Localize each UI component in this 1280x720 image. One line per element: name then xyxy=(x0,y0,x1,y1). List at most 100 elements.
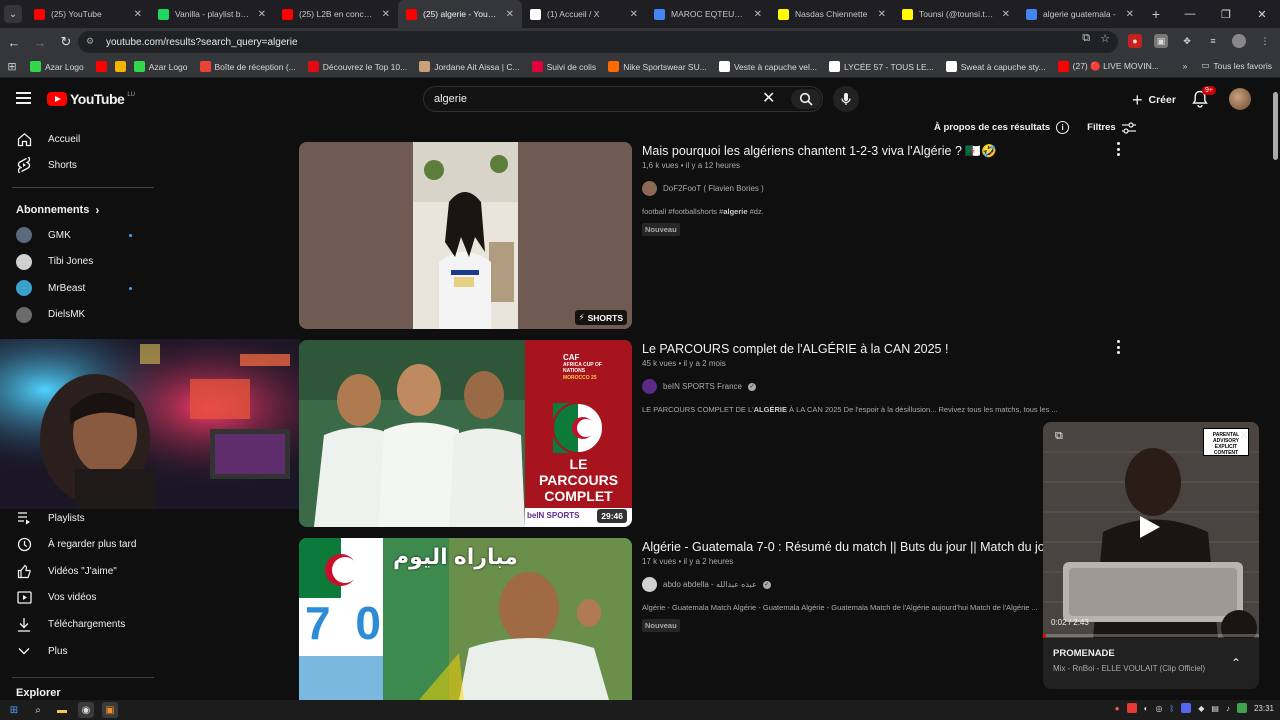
new-tab-button[interactable]: + xyxy=(1142,6,1170,22)
chrome-icon[interactable]: ◉ xyxy=(78,702,94,718)
puzzle-icon[interactable]: ✥ xyxy=(1180,34,1194,48)
profile-icon[interactable] xyxy=(1232,34,1246,48)
close-tab-icon[interactable]: ✕ xyxy=(258,9,266,20)
apps-grid-icon[interactable]: ⊞ xyxy=(0,60,24,73)
close-tab-icon[interactable]: ✕ xyxy=(382,9,390,20)
video-result[interactable]: 7 0 مباراه اليوم Algérie - Guatemala 7-0… xyxy=(299,538,1129,700)
close-tab-icon[interactable]: ✕ xyxy=(754,9,762,20)
bluetooth-icon[interactable]: ᛒ xyxy=(1169,704,1174,713)
sidebar-item-thumbs-up[interactable]: Vidéos "J'aime" xyxy=(0,558,154,584)
menu-icon[interactable]: ⋮ xyxy=(1258,34,1272,48)
video-thumbnail[interactable]: CAF AFRICA CUP OF NATIONS MOROCCO 25 LE … xyxy=(299,340,632,527)
bookmark-star-icon[interactable]: ☆ xyxy=(1100,32,1110,45)
account-avatar[interactable] xyxy=(1229,88,1251,110)
windows-start-icon[interactable]: ⊞ xyxy=(6,702,22,718)
bookmark-item[interactable]: Boîte de réception (... xyxy=(199,61,296,72)
mini-player[interactable]: PARENTAL ADVISORY EXPLICIT CONTENT ⧉ ✕ 0… xyxy=(1043,422,1259,689)
tray-app-icon[interactable] xyxy=(1236,703,1247,713)
network-icon[interactable]: ▤ xyxy=(1211,704,1219,713)
search-input[interactable] xyxy=(434,87,754,111)
app-icon[interactable]: ▣ xyxy=(102,702,118,718)
media-control-icon[interactable]: ≡ xyxy=(1206,34,1220,48)
bookmark-item[interactable]: Nike Sportswear SU... xyxy=(608,61,707,72)
expand-to-page-icon[interactable]: ⧉ xyxy=(1055,430,1063,443)
sidebar-item-chevron-down[interactable]: Plus xyxy=(0,638,154,664)
tray-app-icon[interactable]: ◐ xyxy=(1144,704,1149,713)
video-result[interactable]: CAF AFRICA CUP OF NATIONS MOROCCO 25 LE … xyxy=(299,340,1129,528)
browser-tab[interactable]: algerie guatemala - ✕ xyxy=(1018,0,1142,28)
bookmark-item[interactable]: Jordane Ait Aissa | C... xyxy=(419,61,520,72)
bookmark-item[interactable]: (27) 🔴 LIVE MOVIN... xyxy=(1057,61,1159,72)
sidebar-item-shorts[interactable]: Shorts xyxy=(0,152,154,178)
video-title[interactable]: Le PARCOURS complet de l'ALGÉRIE à la CA… xyxy=(642,342,948,356)
guide-menu-icon[interactable] xyxy=(16,92,31,104)
notifications-button[interactable]: 9+ xyxy=(1192,86,1216,108)
more-bookmarks-icon[interactable]: » xyxy=(1183,61,1188,71)
channel-link[interactable]: beIN SPORTS France ✓ xyxy=(642,379,756,394)
browser-tab[interactable]: Vanilla - playlist by Jo ✕ xyxy=(150,0,274,28)
tab-search-button[interactable]: ⌄ xyxy=(0,0,26,28)
restore-button[interactable]: ❐ xyxy=(1208,0,1244,28)
tray-app-icon[interactable] xyxy=(1126,703,1137,713)
chevron-up-icon[interactable]: ⌃ xyxy=(1231,656,1241,670)
search-icon[interactable]: ⌕ xyxy=(30,702,46,718)
browser-tab[interactable]: (25) YouTube ✕ xyxy=(26,0,150,28)
video-thumbnail[interactable]: ⚡ SHORTS xyxy=(299,142,632,329)
mini-player-video[interactable]: PARENTAL ADVISORY EXPLICIT CONTENT ⧉ ✕ 0… xyxy=(1043,422,1259,638)
channel-link[interactable]: abdo abdella - عبده عبدالله ✓ xyxy=(642,577,771,592)
browser-tab[interactable]: Nasdas Chiennette ✕ xyxy=(770,0,894,28)
voice-search-button[interactable] xyxy=(833,86,859,112)
sidebar-item-subscription[interactable]: MrBeast xyxy=(0,275,154,301)
clock-text[interactable]: 23:31 xyxy=(1254,704,1274,713)
extension-icon[interactable]: ● xyxy=(1128,34,1142,48)
clear-search-icon[interactable]: ✕ xyxy=(762,91,775,107)
reload-button[interactable]: ↻ xyxy=(54,30,78,54)
sidebar-item-subscription[interactable]: GMK xyxy=(0,222,154,248)
volume-icon[interactable]: ♪ xyxy=(1226,704,1230,713)
search-button[interactable] xyxy=(791,89,821,109)
address-bar[interactable]: ⚙ youtube.com/results?search_query=alger… xyxy=(78,31,1118,53)
more-actions-icon[interactable] xyxy=(1114,340,1122,354)
close-tab-icon[interactable]: ✕ xyxy=(506,9,514,20)
subscriptions-heading[interactable]: Abonnements › xyxy=(16,203,99,217)
video-title[interactable]: Algérie - Guatemala 7-0 : Résumé du matc… xyxy=(642,540,1056,554)
sidebar-item-clock[interactable]: À regarder plus tard xyxy=(0,532,154,558)
bookmark-item[interactable]: Veste à capuche vel... xyxy=(718,61,817,72)
browser-tab[interactable]: MAROC EQTEUR - Re ✕ xyxy=(646,0,770,28)
sidebar-item-subscription[interactable]: Tibi Jones xyxy=(0,249,154,275)
browser-tab[interactable]: (25) L2B en concert à ✕ xyxy=(274,0,398,28)
bookmark-item[interactable]: LYCÉE 57 - TOUS LE... xyxy=(828,61,934,72)
scrollbar-thumb[interactable] xyxy=(1273,92,1278,160)
close-tab-icon[interactable]: ✕ xyxy=(878,9,886,20)
video-title[interactable]: Mais pourquoi les algériens chantent 1-2… xyxy=(642,144,997,159)
all-bookmarks-folder[interactable]: ▭ Tous les favoris xyxy=(1201,60,1272,71)
forward-button[interactable]: → xyxy=(28,30,52,54)
sidebar-item-subscription[interactable]: DielsMK xyxy=(0,302,154,328)
about-results-button[interactable]: À propos de ces résultats i xyxy=(934,121,1070,134)
bookmark-item[interactable] xyxy=(114,61,126,72)
bookmark-item[interactable]: Sweat à capuche sty... xyxy=(945,61,1046,72)
browser-tab[interactable]: (1) Accueil / X ✕ xyxy=(522,0,646,28)
back-button[interactable]: ← xyxy=(2,30,26,54)
browser-tab[interactable]: (25) algerie - YouTube ✕ xyxy=(398,0,522,28)
minimize-button[interactable]: — xyxy=(1172,0,1208,28)
close-tab-icon[interactable]: ✕ xyxy=(1002,9,1010,20)
tray-app-icon[interactable]: ◎ xyxy=(1155,704,1162,713)
microphone-icon[interactable]: ● xyxy=(1115,704,1120,713)
file-explorer-icon[interactable]: ▬ xyxy=(54,702,70,718)
bookmark-item[interactable]: Azar Logo xyxy=(133,61,188,72)
tray-app-icon[interactable]: ◆ xyxy=(1198,704,1204,713)
progress-bar[interactable] xyxy=(1043,634,1259,637)
sidebar-item-download[interactable]: Téléchargements xyxy=(0,611,154,637)
site-info-icon[interactable]: ⚙ xyxy=(86,36,98,48)
more-actions-icon[interactable] xyxy=(1114,142,1122,156)
sidebar-item-home[interactable]: Accueil xyxy=(0,126,154,152)
bookmark-item[interactable]: Découvrez le Top 10... xyxy=(307,61,407,72)
close-tab-icon[interactable]: ✕ xyxy=(630,9,638,20)
video-thumbnail[interactable]: 7 0 مباراه اليوم xyxy=(299,538,632,700)
channel-link[interactable]: DoF2FooT ( Flavien Bories ) xyxy=(642,181,764,196)
video-result[interactable]: ⚡ SHORTS Mais pourquoi les algériens cha… xyxy=(299,142,1129,330)
close-tab-icon[interactable]: ✕ xyxy=(1126,9,1134,20)
bookmark-item[interactable] xyxy=(95,61,107,72)
filters-button[interactable]: Filtres xyxy=(1087,121,1136,134)
